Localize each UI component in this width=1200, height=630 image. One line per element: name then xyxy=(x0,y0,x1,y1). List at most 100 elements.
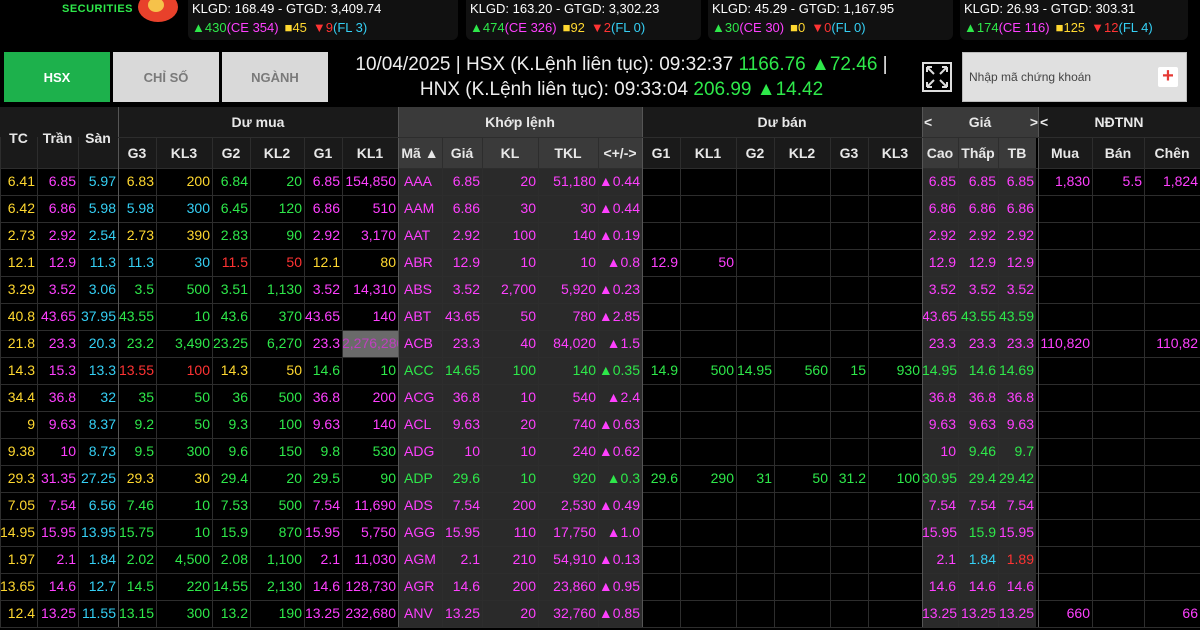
index-box[interactable]: KLGD: 45.29 - GTGD: 1,167.95 ▲30(CE 30) ■0… xyxy=(708,0,953,40)
cell-kl: 10 xyxy=(482,249,538,276)
cell-skl1 xyxy=(680,222,736,249)
cell-ma[interactable]: ACC xyxy=(398,357,442,384)
cell-skl1 xyxy=(680,330,736,357)
cell-skl3 xyxy=(868,168,922,195)
add-plus-icon[interactable]: + xyxy=(1158,66,1178,87)
cell-ma[interactable]: AGG xyxy=(398,519,442,546)
cell-mua xyxy=(1038,573,1092,600)
stock-row[interactable]: 7.05 7.54 6.56 7.46 10 7.53 500 7.54 11,690 ADS 7.… xyxy=(0,492,1200,519)
cell-bkl1: 5,750 xyxy=(360,524,396,540)
cell-bg2: 23.25 xyxy=(212,335,248,351)
stock-row[interactable]: 29.3 31.35 27.25 29.3 30 29.4 20 29.5 90 ADP 29.6 1… xyxy=(0,465,1200,492)
row-divider xyxy=(0,276,1200,277)
cell-ma[interactable]: ACB xyxy=(398,330,442,357)
header-g2: G2 xyxy=(212,137,250,168)
cell-ma[interactable]: ABS xyxy=(398,276,442,303)
cell-ban: 5.5 xyxy=(1122,173,1142,189)
cell-tc: 12.4 xyxy=(7,605,35,621)
stock-row[interactable]: 6.41 6.85 5.97 6.83 200 6.84 20 6.85 154,850 AAA 6… xyxy=(0,168,1200,195)
row-divider xyxy=(0,303,1200,304)
cell-ma[interactable]: ACG xyxy=(398,384,442,411)
cell-kl: 2,700 xyxy=(482,276,538,303)
cell-skl1: 290 xyxy=(710,470,734,486)
cell-bkl2: 870 xyxy=(278,524,302,540)
cell-ban xyxy=(1092,411,1144,438)
column-divider xyxy=(78,137,79,627)
cell-sg2 xyxy=(736,600,774,627)
stock-row[interactable]: 6.42 6.86 5.98 5.98 300 6.45 120 6.86 510 AAM 6.86… xyxy=(0,195,1200,222)
cell-tkl: 17,750 xyxy=(538,519,598,546)
cell-skl1 xyxy=(680,411,736,438)
cell-ma[interactable]: ABR xyxy=(398,249,442,276)
cell-chenh: 110,82 xyxy=(1156,335,1198,351)
cell-ma[interactable]: ADG xyxy=(398,438,442,465)
cell-bkl2: 50 xyxy=(286,254,302,270)
cell-bg1: 13.25 xyxy=(304,605,340,621)
cell-sg3 xyxy=(830,384,868,411)
floor-count: (FL 4) xyxy=(1118,20,1153,35)
cell-ma[interactable]: AGM xyxy=(398,546,442,573)
stock-row[interactable]: 9.38 10 8.73 9.5 300 9.6 150 9.8 530 ADG 10 10 240 ▲0… xyxy=(0,438,1200,465)
cell-sg3 xyxy=(830,411,868,438)
cell-bg1: 14.6 xyxy=(312,362,340,378)
stock-row[interactable]: 9 9.63 8.37 9.2 50 9.3 100 9.63 140 ACL 9.63 20 740 ▲… xyxy=(0,411,1200,438)
index-box[interactable]: KLGD: 26.93 - GTGD: 303.31 ▲174(CE 116) ■1… xyxy=(960,0,1188,40)
cell-ma[interactable]: ADP xyxy=(398,465,442,492)
cell-bg1: 3.52 xyxy=(312,281,340,297)
stock-row[interactable]: 21.8 23.3 20.3 23.2 3,490 23.25 6,270 23.3 2,276… xyxy=(0,330,1200,357)
tab-chi-so[interactable]: CHỈ SỐ xyxy=(113,52,219,102)
cell-tb: 36.8 xyxy=(998,384,1036,411)
index-box[interactable]: KLGD: 168.49 - GTGD: 3,409.74 ▲430(CE 354… xyxy=(188,0,458,40)
cell-tb: 14.69 xyxy=(998,357,1036,384)
ndtnn-nav-left-icon[interactable]: < xyxy=(1040,107,1060,137)
header-ma[interactable]: Mã ▲ xyxy=(398,137,442,168)
stock-row[interactable]: 13.65 14.6 12.7 14.5 220 14.55 2,130 14.6 128,73… xyxy=(0,573,1200,600)
cell-skl2 xyxy=(774,519,830,546)
cell-ma[interactable]: ANV xyxy=(398,600,442,627)
cell-skl2 xyxy=(774,438,830,465)
stock-row[interactable]: 14.95 15.95 13.95 15.75 10 15.9 870 15.95 5,750 A… xyxy=(0,519,1200,546)
cell-thap: 36.8 xyxy=(958,384,998,411)
row-divider xyxy=(0,438,1200,439)
cell-sg2 xyxy=(736,303,774,330)
cell-ma[interactable]: ABT xyxy=(398,303,442,330)
stock-row[interactable]: 40.8 43.65 37.95 43.55 10 43.6 370 43.65 140 ABT 4… xyxy=(0,303,1200,330)
cell-ma[interactable]: AAA xyxy=(398,168,442,195)
index-box[interactable]: KLGD: 163.20 - GTGD: 3,302.23 ▲474(CE 326… xyxy=(466,0,701,40)
stock-row[interactable]: 1.97 2.1 1.84 2.02 4,500 2.08 1,100 2.1 11,030 AG… xyxy=(0,546,1200,573)
cell-bg1: 7.54 xyxy=(312,497,340,513)
cell-ma[interactable]: ACL xyxy=(398,411,442,438)
tab-nganh[interactable]: NGÀNH xyxy=(222,52,328,102)
cell-ma[interactable]: AAT xyxy=(398,222,442,249)
gia-nav-right-icon[interactable]: > xyxy=(1018,107,1038,137)
stock-row[interactable]: 3.29 3.52 3.06 3.5 500 3.51 1,130 3.52 14,310 ABS… xyxy=(0,276,1200,303)
header-s-g1: G1 xyxy=(642,137,680,168)
stock-row[interactable]: 34.4 36.8 32 35 50 36 500 36.8 200 ACG 36.8 10 540 ▲2… xyxy=(0,384,1200,411)
cell-san: 8.37 xyxy=(88,416,116,432)
cell-thap: 23.3 xyxy=(958,330,998,357)
cell-bkl3: 30 xyxy=(194,254,210,270)
stock-row[interactable]: 2.73 2.92 2.54 2.73 390 2.83 90 2.92 3,170 AAT 2.9… xyxy=(0,222,1200,249)
cell-gia: 9.63 xyxy=(442,411,482,438)
gia-nav-left-icon[interactable]: < xyxy=(924,107,944,137)
cell-tb: 1.89 xyxy=(998,546,1036,573)
tab-hsx[interactable]: HSX xyxy=(4,52,110,102)
cell-tc: 12.1 xyxy=(7,254,35,270)
cell-tran: 23.3 xyxy=(48,335,76,351)
cell-skl3 xyxy=(868,249,922,276)
cell-bkl2: 50 xyxy=(286,362,302,378)
cell-skl2 xyxy=(774,249,830,276)
cell-ma[interactable]: AGR xyxy=(398,573,442,600)
stock-row[interactable]: 12.4 13.25 11.55 13.15 300 13.2 190 13.25 232,68… xyxy=(0,600,1200,627)
expand-icon[interactable] xyxy=(922,62,952,92)
stock-row[interactable]: 14.3 15.3 13.3 13.55 100 14.3 50 14.6 10 ACC 14.65… xyxy=(0,357,1200,384)
search-input[interactable] xyxy=(963,53,1153,101)
cell-sg3 xyxy=(830,330,868,357)
cell-ma[interactable]: AAM xyxy=(398,195,442,222)
cell-tb: 9.7 xyxy=(998,438,1036,465)
cell-chenh xyxy=(1144,357,1200,384)
cell-skl3 xyxy=(868,600,922,627)
cell-bg1: 2.1 xyxy=(320,551,340,567)
cell-ma[interactable]: ADS xyxy=(398,492,442,519)
stock-row[interactable]: 12.1 12.9 11.3 11.3 30 11.5 50 12.1 80 ABR 12.9 10 1… xyxy=(0,249,1200,276)
